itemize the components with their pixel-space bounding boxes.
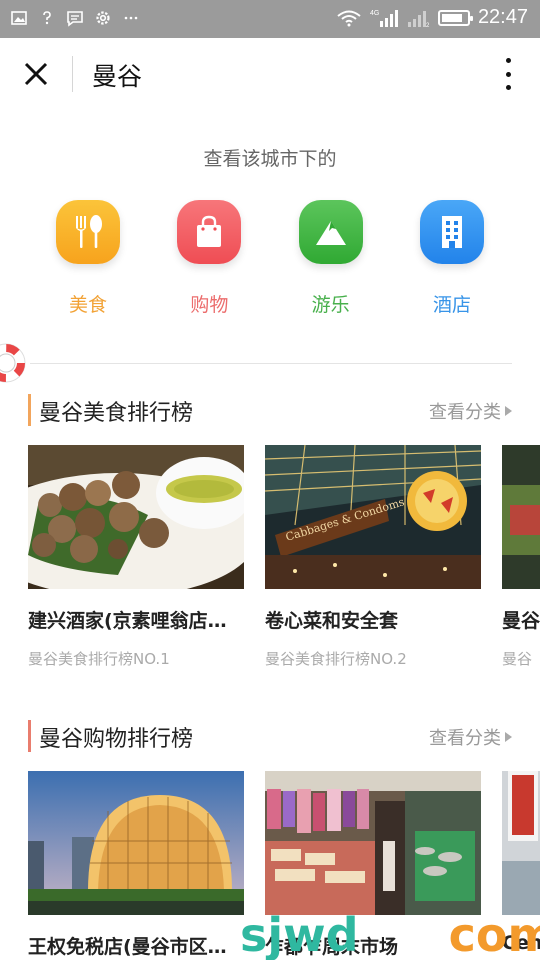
shopping-ranking-header: 曼谷购物排行榜 查看分类	[28, 716, 512, 756]
card-name: 乍都乍周末市场	[265, 936, 399, 958]
category-subtitle: 查看该城市下的	[203, 148, 337, 170]
battery-icon	[437, 9, 473, 26]
card-rank: 曼谷	[502, 650, 533, 668]
card-image	[28, 771, 244, 915]
food-ranking-header: 曼谷美食排行榜 查看分类	[28, 390, 512, 430]
fork-knife-icon	[56, 200, 120, 264]
title-divider	[72, 56, 73, 92]
food-card[interactable]: Cabbages & Condoms 卷心菜和安全套 曼谷美食排行榜NO.2	[265, 445, 481, 669]
card-image	[502, 771, 540, 915]
category-divider	[30, 363, 512, 364]
building-icon	[419, 200, 484, 264]
view-categories-label: 查看分类	[429, 728, 501, 749]
category-row: 美食 购物 游乐 酒店	[28, 200, 512, 317]
category-shopping[interactable]: 购物	[149, 200, 269, 317]
card-name: 曼谷	[502, 610, 540, 632]
mountain-icon	[298, 200, 363, 264]
category-label-food: 美食	[68, 294, 107, 316]
network-label: 4G	[370, 10, 379, 17]
food-card-list: 建兴酒家(京素哩翁店… 曼谷美食排行榜NO.1 Cabbages & Condo…	[28, 445, 540, 685]
category-hotel[interactable]: 酒店	[392, 200, 512, 317]
signal-2-icon: 2	[406, 9, 430, 28]
category-label-hotel: 酒店	[432, 294, 471, 316]
image-icon	[10, 9, 28, 27]
close-button[interactable]	[16, 56, 56, 92]
close-icon	[24, 62, 48, 86]
food-card[interactable]: 曼谷 曼谷	[502, 445, 540, 669]
card-rank: 曼谷美食排行榜NO.1	[28, 650, 170, 668]
lifebuoy-icon[interactable]	[0, 338, 30, 388]
chevron-right-icon	[505, 732, 512, 742]
view-categories-label: 查看分类	[429, 402, 501, 423]
card-image	[265, 771, 481, 915]
category-label-shopping: 购物	[190, 294, 229, 316]
category-food[interactable]: 美食	[28, 200, 148, 317]
card-rank: 曼谷美食排行榜NO.2	[265, 650, 407, 668]
card-name: 卷心菜和安全套	[265, 610, 399, 632]
section-accent-bar	[28, 394, 31, 426]
card-image: Cabbages & Condoms	[265, 445, 481, 589]
section-title: 曼谷购物排行榜	[39, 727, 194, 752]
section-accent-bar	[28, 720, 31, 752]
food-card[interactable]: 建兴酒家(京素哩翁店… 曼谷美食排行榜NO.1	[28, 445, 244, 669]
view-categories-link[interactable]: 查看分类	[429, 724, 512, 750]
view-categories-link[interactable]: 查看分类	[429, 398, 512, 424]
status-time: 22:47	[477, 6, 528, 28]
question-icon	[38, 9, 56, 27]
shopping-card[interactable]: 王权免税店(曼谷市区…	[28, 771, 244, 959]
card-image	[28, 445, 244, 589]
settings-icon	[94, 9, 112, 27]
shopping-card-list: 王权免税店(曼谷市区… 乍都乍周末市场 Ce	[28, 771, 540, 960]
message-icon	[66, 9, 84, 27]
category-entertainment[interactable]: 游乐	[271, 200, 391, 317]
section-title: 曼谷美食排行榜	[39, 401, 194, 426]
status-bar: 4G 2 22:47	[0, 0, 540, 38]
card-name: Cent	[502, 932, 540, 954]
shopping-card[interactable]: Cent	[502, 771, 540, 954]
card-name: 王权免税店(曼谷市区…	[28, 936, 227, 958]
card-name: 建兴酒家(京素哩翁店…	[28, 610, 227, 632]
signal-icon: 4G	[370, 9, 398, 27]
more-dots-icon	[122, 9, 140, 27]
wifi-icon	[336, 9, 362, 27]
page-title: 曼谷	[92, 62, 143, 91]
shopping-bag-icon	[177, 200, 242, 264]
shopping-card[interactable]: 乍都乍周末市场	[265, 771, 481, 959]
category-label-entertainment: 游乐	[311, 294, 350, 316]
more-vertical-icon[interactable]	[498, 56, 518, 92]
title-bar: 曼谷	[0, 38, 540, 110]
svg-text:2: 2	[426, 23, 430, 28]
card-image	[502, 445, 540, 589]
chevron-right-icon	[505, 406, 512, 416]
